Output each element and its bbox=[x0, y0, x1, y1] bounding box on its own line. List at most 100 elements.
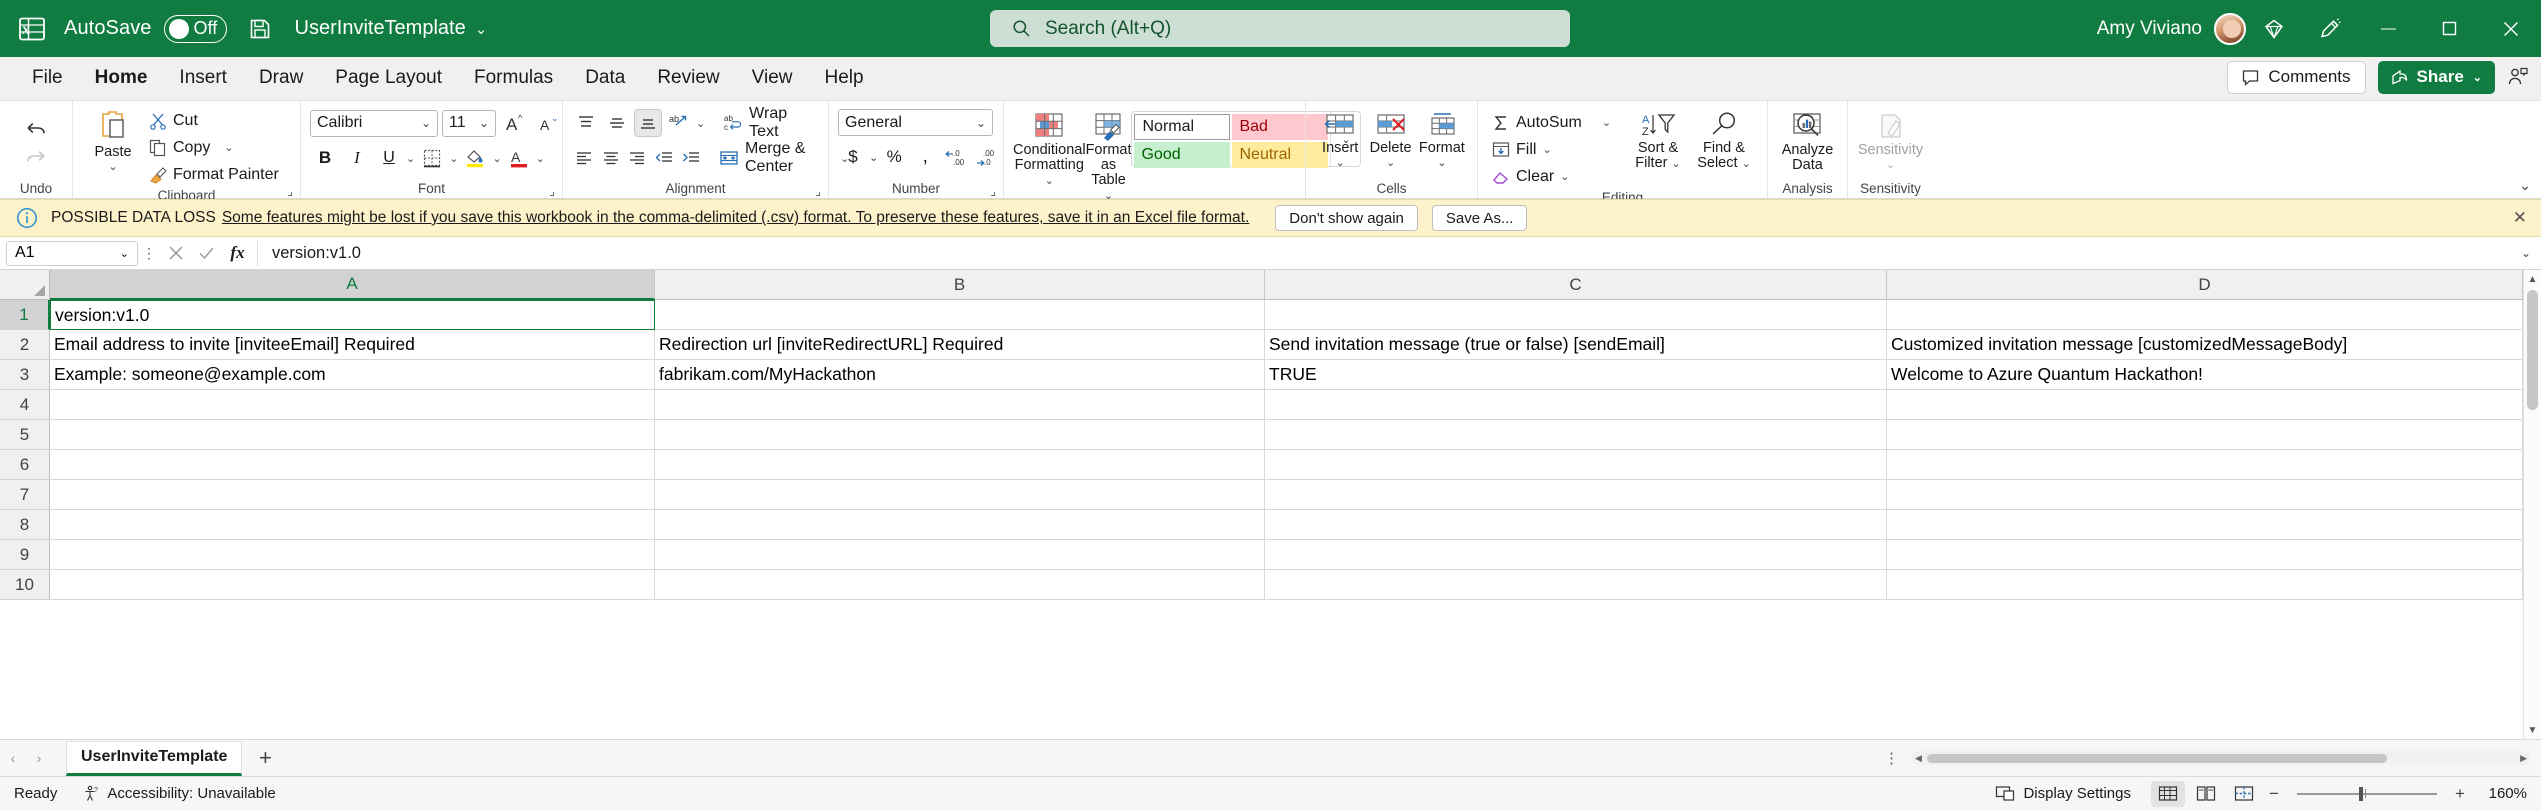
clipboard-dialog-launcher[interactable]: ⌟ bbox=[287, 184, 293, 198]
select-all-corner[interactable] bbox=[0, 270, 50, 300]
accounting-format-icon[interactable]: $ bbox=[838, 143, 868, 171]
cell-D7[interactable] bbox=[1887, 480, 2523, 510]
display-settings-button[interactable]: Display Settings bbox=[1995, 785, 2131, 802]
cell-B9[interactable] bbox=[655, 540, 1265, 570]
column-header-a[interactable]: A bbox=[50, 270, 655, 300]
copy-button[interactable]: Copy ⌄ bbox=[144, 134, 284, 161]
ribbon-display-options-icon[interactable] bbox=[2495, 57, 2541, 97]
chevron-down-icon[interactable]: ⌄ bbox=[1886, 158, 1895, 171]
row-header-6[interactable]: 6 bbox=[0, 450, 50, 480]
expand-formula-bar-icon[interactable]: ⌄ bbox=[2511, 246, 2541, 260]
cell-D4[interactable] bbox=[1887, 390, 2523, 420]
minimize-button[interactable]: — bbox=[2358, 0, 2419, 57]
cut-button[interactable]: Cut bbox=[144, 107, 284, 134]
zoom-slider[interactable] bbox=[2297, 781, 2437, 807]
align-bottom-icon[interactable] bbox=[633, 109, 662, 137]
chevron-down-icon[interactable]: ⌄ bbox=[449, 152, 458, 165]
confirm-edit-icon[interactable] bbox=[191, 245, 222, 261]
cell-C7[interactable] bbox=[1265, 480, 1887, 510]
chevron-down-icon[interactable]: ⌄ bbox=[1386, 156, 1395, 169]
next-sheet-button[interactable]: › bbox=[26, 750, 52, 766]
column-header-d[interactable]: D bbox=[1887, 270, 2523, 300]
name-box[interactable]: A1 ⌄ bbox=[6, 240, 138, 266]
cell-B1[interactable] bbox=[655, 300, 1265, 330]
chevron-down-icon[interactable]: ⌄ bbox=[536, 152, 545, 165]
previous-sheet-button[interactable]: ‹ bbox=[0, 750, 26, 766]
scroll-left-arrow-icon[interactable]: ◀ bbox=[1915, 753, 1922, 764]
save-as-button[interactable]: Save As... bbox=[1431, 205, 1528, 231]
chevron-down-icon[interactable]: ⌄ bbox=[1437, 156, 1446, 169]
vertical-scroll-thumb[interactable] bbox=[2527, 290, 2538, 410]
insert-cells-button[interactable]: Insert ⌄ bbox=[1315, 107, 1365, 169]
chevron-down-icon[interactable]: ⌄ bbox=[1560, 170, 1569, 183]
wrap-text-button[interactable]: ab c Wrap Text bbox=[718, 105, 819, 140]
percent-style-button[interactable]: % bbox=[879, 143, 909, 171]
cell-A8[interactable] bbox=[50, 510, 655, 540]
cell-D5[interactable] bbox=[1887, 420, 2523, 450]
tab-file[interactable]: File bbox=[16, 58, 79, 98]
cell-B7[interactable] bbox=[655, 480, 1265, 510]
tab-help[interactable]: Help bbox=[808, 58, 879, 98]
chevron-down-icon[interactable]: ⌄ bbox=[224, 141, 233, 154]
number-dialog-launcher[interactable]: ⌟ bbox=[990, 184, 996, 198]
close-button[interactable] bbox=[2480, 0, 2541, 57]
scroll-down-arrow-icon[interactable]: ▼ bbox=[2528, 721, 2538, 739]
insert-function-icon[interactable]: fx bbox=[222, 243, 253, 263]
find-select-button[interactable]: Find & Select ⌄ bbox=[1691, 107, 1757, 172]
row-header-10[interactable]: 10 bbox=[0, 570, 50, 600]
cell-A4[interactable] bbox=[50, 390, 655, 420]
formula-bar-dots[interactable]: ⋮ bbox=[138, 245, 160, 262]
cell-A3[interactable]: Example: someone@example.com bbox=[50, 360, 655, 390]
text-orientation-icon[interactable]: ab bbox=[665, 109, 693, 137]
scroll-right-arrow-icon[interactable]: ▶ bbox=[2520, 753, 2527, 764]
row-header-5[interactable]: 5 bbox=[0, 420, 50, 450]
underline-button[interactable]: U bbox=[374, 144, 404, 172]
format-painter-button[interactable]: Format Painter bbox=[144, 161, 284, 188]
row-header-7[interactable]: 7 bbox=[0, 480, 50, 510]
cell-B10[interactable] bbox=[655, 570, 1265, 600]
chevron-down-icon[interactable]: ⌄ bbox=[1602, 116, 1611, 129]
chevron-down-icon[interactable]: ⌄ bbox=[108, 160, 117, 173]
zoom-in-button[interactable]: + bbox=[2451, 784, 2469, 804]
font-family-select[interactable]: Calibri ⌄ bbox=[310, 109, 438, 137]
page-layout-view-icon[interactable] bbox=[2189, 781, 2223, 807]
pen-ink-icon[interactable] bbox=[2302, 0, 2358, 57]
row-header-8[interactable]: 8 bbox=[0, 510, 50, 540]
align-left-icon[interactable] bbox=[572, 144, 596, 172]
normal-view-icon[interactable] bbox=[2151, 780, 2185, 807]
decrease-font-size-button[interactable]: A ⌄ bbox=[534, 109, 564, 137]
dont-show-again-button[interactable]: Don't show again bbox=[1275, 205, 1418, 231]
cell-A7[interactable] bbox=[50, 480, 655, 510]
horizontal-scroll-thumb[interactable] bbox=[1927, 753, 2387, 763]
column-header-c[interactable]: C bbox=[1265, 270, 1887, 300]
fill-color-icon[interactable] bbox=[460, 144, 490, 172]
sheet-tab-userinvitetemplate[interactable]: UserInviteTemplate bbox=[66, 740, 243, 776]
italic-button[interactable]: I bbox=[342, 144, 372, 172]
tab-data[interactable]: Data bbox=[569, 58, 641, 98]
cell-C5[interactable] bbox=[1265, 420, 1887, 450]
cell-style-good[interactable]: Good bbox=[1134, 142, 1231, 168]
increase-decimal-icon[interactable]: .0.00 bbox=[941, 143, 971, 171]
cell-B2[interactable]: Redirection url [inviteRedirectURL] Requ… bbox=[655, 330, 1265, 360]
decrease-indent-icon[interactable] bbox=[652, 144, 676, 172]
align-middle-icon[interactable] bbox=[603, 109, 631, 137]
comments-button[interactable]: Comments bbox=[2227, 60, 2366, 94]
add-sheet-button[interactable]: + bbox=[242, 745, 288, 771]
bold-button[interactable]: B bbox=[310, 144, 340, 172]
cell-B5[interactable] bbox=[655, 420, 1265, 450]
chevron-down-icon[interactable]: ⌄ bbox=[1542, 143, 1551, 156]
chevron-down-icon[interactable]: ⌄ bbox=[696, 117, 705, 130]
undo-arrow-icon[interactable] bbox=[21, 116, 51, 144]
cell-D2[interactable]: Customized invitation message [customize… bbox=[1887, 330, 2523, 360]
user-name[interactable]: Amy Viviano bbox=[2097, 18, 2202, 40]
font-dialog-launcher[interactable]: ⌟ bbox=[549, 184, 555, 198]
increase-indent-icon[interactable] bbox=[679, 144, 703, 172]
autosave-toggle[interactable]: Off bbox=[163, 14, 227, 43]
cell-C6[interactable] bbox=[1265, 450, 1887, 480]
zoom-out-button[interactable]: − bbox=[2265, 784, 2283, 804]
align-top-icon[interactable] bbox=[572, 109, 600, 137]
align-right-icon[interactable] bbox=[626, 144, 650, 172]
cell-C1[interactable] bbox=[1265, 300, 1887, 330]
cell-B4[interactable] bbox=[655, 390, 1265, 420]
tab-insert[interactable]: Insert bbox=[163, 58, 243, 98]
